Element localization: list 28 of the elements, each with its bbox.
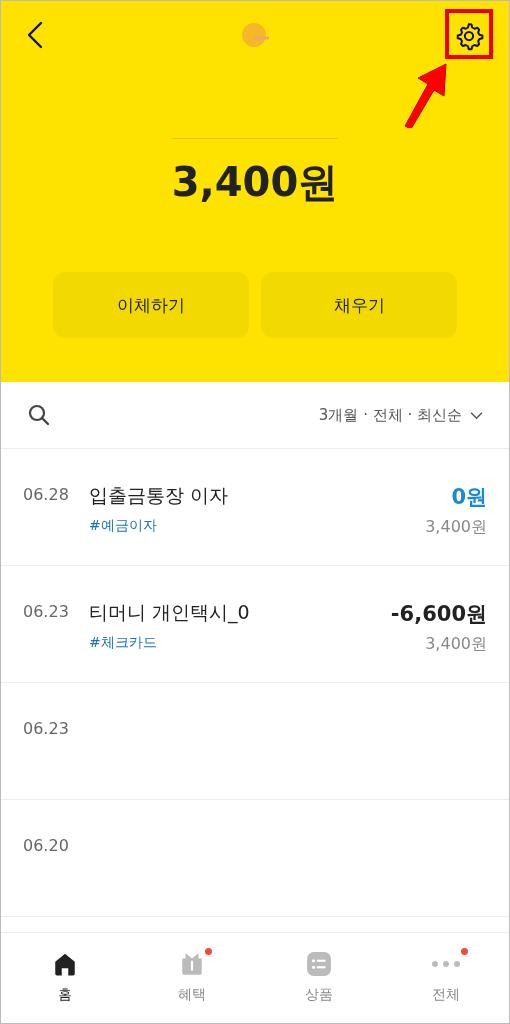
emoji-icon	[241, 21, 269, 49]
category-tag[interactable]: #예금이자	[89, 517, 426, 535]
more-icon	[430, 960, 461, 968]
nav-tab[interactable]: 혜택	[128, 933, 255, 1021]
transaction-date: 06.23	[23, 602, 70, 621]
list-icon	[305, 951, 332, 977]
back-icon[interactable]	[27, 21, 43, 49]
search-icon[interactable]	[27, 403, 51, 427]
filter-dropdown[interactable]: 3개월 · 전체 · 최신순	[318, 405, 483, 425]
transaction-date: 06.20	[23, 836, 70, 855]
transaction-title: 티머니 개인택시_0	[89, 600, 251, 626]
balance-amount: 3,400원	[171, 158, 339, 207]
action-button[interactable]: 채우기	[261, 272, 457, 338]
nav-tab[interactable]: 상품	[255, 933, 382, 1021]
category-tag[interactable]: #체크카드	[89, 634, 391, 652]
transaction-title: 입출금통장 이자	[89, 483, 230, 508]
settings-icon[interactable]	[454, 21, 484, 51]
transaction-amount: 0원	[451, 484, 487, 511]
transaction-date: 06.28	[23, 485, 70, 504]
nav-tab[interactable]: 홈	[1, 933, 128, 1021]
balance-after: 3,400원	[425, 634, 487, 655]
transaction-date: 06.23	[23, 719, 70, 738]
nav-tab[interactable]: 전체	[382, 933, 509, 1021]
transaction-amount: -6,600원	[390, 601, 487, 628]
balance-after: 3,400원	[425, 517, 487, 538]
chevron-icon	[470, 410, 483, 420]
annotation-arrow	[402, 62, 448, 128]
action-button[interactable]: 이체하기	[53, 272, 249, 338]
